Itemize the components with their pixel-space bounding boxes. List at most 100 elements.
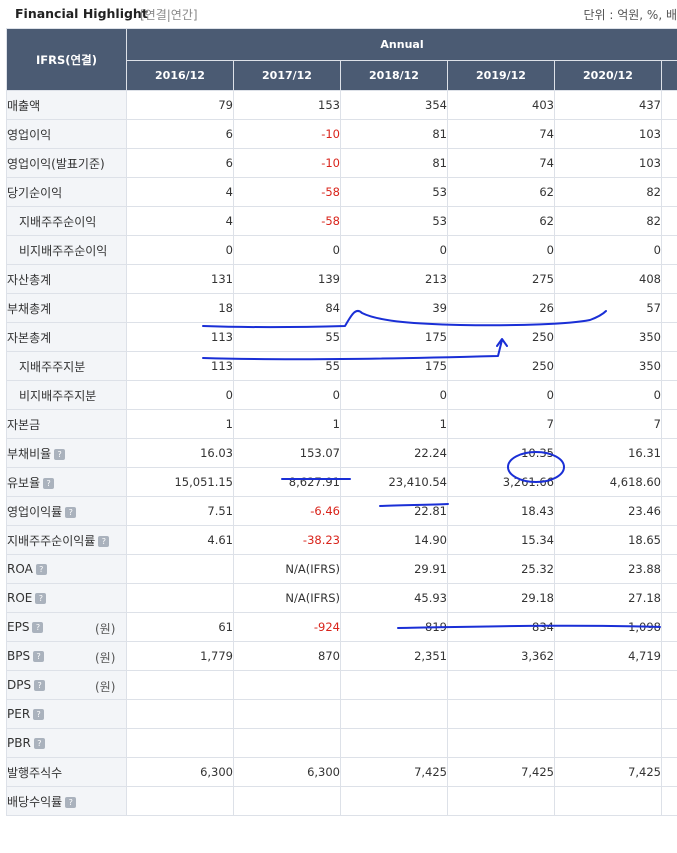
- value-cell: 1: [340, 409, 448, 439]
- value-cell: 4.61: [126, 525, 234, 555]
- year-column-header: 2017/12: [233, 60, 341, 91]
- help-icon[interactable]: ?: [65, 796, 77, 808]
- year-column-header: 2019/12: [447, 60, 555, 91]
- value-cell: 113: [126, 351, 234, 381]
- row-label: 자본금: [7, 417, 41, 432]
- value-cell: 0: [233, 235, 341, 265]
- help-icon[interactable]: ?: [54, 448, 66, 460]
- row-label-cell: 영업이익률?: [6, 496, 127, 526]
- value-cell: N/A(IFRS): [233, 554, 341, 584]
- value-cell: 103: [554, 148, 662, 178]
- value-cell: -6.46: [233, 496, 341, 526]
- table-row: EPS? (원) 61 -924 819 834 1,098: [6, 612, 677, 642]
- value-cell: 7: [554, 409, 662, 439]
- value-cell: 39: [340, 293, 448, 323]
- value-cell: 131: [126, 264, 234, 294]
- row-label: DPS: [7, 678, 32, 692]
- row-label: 유보율: [7, 475, 41, 490]
- row-spacer: [660, 670, 677, 700]
- row-spacer: [660, 438, 677, 468]
- value-cell: 27.18: [554, 583, 662, 613]
- value-cell: [233, 728, 341, 758]
- row-label: BPS: [7, 649, 31, 663]
- table-row: BPS? (원) 1,779 870 2,351 3,362 4,719: [6, 641, 677, 671]
- value-cell: [126, 699, 234, 729]
- value-cell: 0: [340, 235, 448, 265]
- row-label: 영업이익(발표기준): [7, 156, 105, 171]
- value-cell: -58: [233, 177, 341, 207]
- row-label-cell: 지배주주지분: [6, 351, 127, 381]
- value-cell: 25.32: [447, 554, 555, 584]
- help-icon[interactable]: ?: [35, 564, 47, 575]
- value-cell: 6,300: [126, 757, 234, 787]
- table-row: 자본금 1 1 1 7 7: [6, 409, 677, 439]
- table-row: 영업이익(발표기준) 6 -10 81 74 103: [6, 148, 677, 178]
- value-cell: 350: [554, 351, 662, 381]
- table-row: 비지배주주순이익 0 0 0 0 0: [6, 235, 677, 265]
- help-icon[interactable]: ?: [34, 680, 46, 691]
- row-label-cell: ROE?: [6, 583, 127, 613]
- row-spacer: [660, 177, 677, 207]
- help-icon[interactable]: ?: [35, 593, 47, 604]
- unit-note: 단위 : 억원, %, 배: [583, 8, 677, 22]
- row-unit: (원): [95, 651, 116, 665]
- value-cell: 79: [126, 90, 234, 120]
- value-cell: 1,779: [126, 641, 234, 671]
- row-label: 지배주주지분: [19, 359, 86, 374]
- value-cell: 113: [126, 322, 234, 352]
- value-cell: -10: [233, 119, 341, 149]
- row-label-cell: PBR?: [6, 728, 127, 758]
- value-cell: 213: [340, 264, 448, 294]
- value-cell: 61: [126, 612, 234, 642]
- table-row: 매출액 79 153 354 403 437: [6, 90, 677, 120]
- row-spacer: [660, 786, 677, 816]
- value-cell: [554, 728, 662, 758]
- value-cell: 1,098: [554, 612, 662, 642]
- row-label-cell: 자본총계: [6, 322, 127, 352]
- row-spacer: [660, 90, 677, 120]
- value-cell: 834: [447, 612, 555, 642]
- value-cell: 18.43: [447, 496, 555, 526]
- value-cell: 74: [447, 148, 555, 178]
- value-cell: 139: [233, 264, 341, 294]
- help-icon[interactable]: ?: [32, 622, 44, 633]
- table-row: 지배주주지분 113 55 175 250 350: [6, 351, 677, 381]
- help-icon[interactable]: ?: [98, 535, 110, 547]
- row-label-cell: ROA?: [6, 554, 127, 584]
- help-icon[interactable]: ?: [33, 651, 45, 662]
- value-cell: 81: [340, 119, 448, 149]
- value-cell: 23.46: [554, 496, 662, 526]
- value-cell: [447, 786, 555, 816]
- value-cell: 354: [340, 90, 448, 120]
- value-cell: 4,618.60: [554, 467, 662, 497]
- row-label-cell: 지배주주순이익률?: [6, 525, 127, 555]
- row-spacer: [660, 728, 677, 758]
- value-cell: 350: [554, 322, 662, 352]
- row-spacer: [660, 206, 677, 236]
- value-cell: 16.31: [554, 438, 662, 468]
- value-cell: 18.65: [554, 525, 662, 555]
- value-cell: 53: [340, 177, 448, 207]
- table-row: PER?: [6, 699, 677, 729]
- help-icon[interactable]: ?: [33, 738, 45, 749]
- value-cell: 6,300: [233, 757, 341, 787]
- row-spacer: [660, 409, 677, 439]
- table-row: 지배주주순이익 4 -58 53 62 82: [6, 206, 677, 236]
- value-cell: 16.03: [126, 438, 234, 468]
- value-cell: -10: [233, 148, 341, 178]
- row-label: 영업이익: [7, 127, 52, 142]
- help-icon[interactable]: ?: [33, 709, 45, 720]
- value-cell: 2,351: [340, 641, 448, 671]
- value-cell: 45.93: [340, 583, 448, 613]
- value-cell: 8,627.91: [233, 467, 341, 497]
- value-cell: 870: [233, 641, 341, 671]
- help-icon[interactable]: ?: [65, 506, 77, 518]
- table-row: 비지배주주지분 0 0 0 0 0: [6, 380, 677, 410]
- row-spacer: [660, 583, 677, 613]
- value-cell: [447, 670, 555, 700]
- value-cell: [554, 670, 662, 700]
- help-icon[interactable]: ?: [43, 477, 55, 489]
- value-cell: 0: [554, 235, 662, 265]
- row-label-cell: PER?: [6, 699, 127, 729]
- value-cell: 7: [447, 409, 555, 439]
